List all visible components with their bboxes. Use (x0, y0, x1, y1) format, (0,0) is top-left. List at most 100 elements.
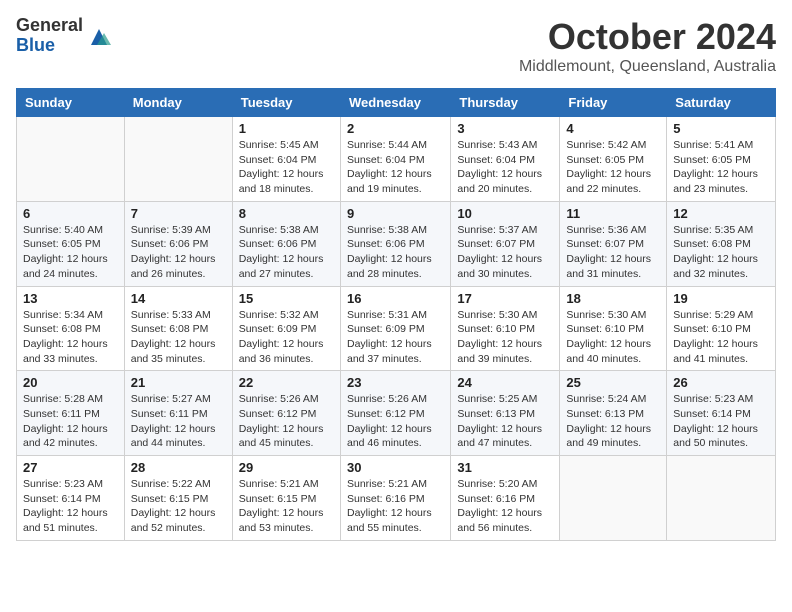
weekday-header-friday: Friday (560, 89, 667, 117)
calendar-cell: 11 Sunrise: 5:36 AM Sunset: 6:07 PM Dayli… (560, 201, 667, 286)
day-info: Sunrise: 5:39 AM Sunset: 6:06 PM Dayligh… (131, 223, 226, 282)
day-number: 4 (566, 121, 660, 136)
day-info: Sunrise: 5:31 AM Sunset: 6:09 PM Dayligh… (347, 308, 444, 367)
calendar-cell: 29Sunrise: 5:21 AM Sunset: 6:15 PM Dayli… (232, 456, 340, 541)
calendar-cell: 1 Sunrise: 5:45 AM Sunset: 6:04 PM Daylig… (232, 117, 340, 202)
calendar-cell (667, 456, 776, 541)
calendar-cell: 2 Sunrise: 5:44 AM Sunset: 6:04 PM Daylig… (340, 117, 450, 202)
weekday-header-saturday: Saturday (667, 89, 776, 117)
calendar-cell: 19 Sunrise: 5:29 AM Sunset: 6:10 PM Dayli… (667, 286, 776, 371)
day-info: Sunrise: 5:20 AM Sunset: 6:16 PM Dayligh… (457, 477, 553, 536)
day-info: Sunrise: 5:34 AM Sunset: 6:08 PM Dayligh… (23, 308, 118, 367)
calendar-cell: 18 Sunrise: 5:30 AM Sunset: 6:10 PM Dayli… (560, 286, 667, 371)
day-number: 10 (457, 206, 553, 221)
calendar-cell (124, 117, 232, 202)
day-number: 12 (673, 206, 769, 221)
day-number: 14 (131, 291, 226, 306)
logo-general-text: General (16, 16, 83, 36)
calendar-cell: 7 Sunrise: 5:39 AM Sunset: 6:06 PM Daylig… (124, 201, 232, 286)
calendar-week-4: 20Sunrise: 5:28 AM Sunset: 6:11 PM Dayli… (17, 371, 776, 456)
day-info: Sunrise: 5:30 AM Sunset: 6:10 PM Dayligh… (457, 308, 553, 367)
calendar-cell: 21Sunrise: 5:27 AM Sunset: 6:11 PM Dayli… (124, 371, 232, 456)
calendar-cell: 15 Sunrise: 5:32 AM Sunset: 6:09 PM Dayli… (232, 286, 340, 371)
day-info: Sunrise: 5:37 AM Sunset: 6:07 PM Dayligh… (457, 223, 553, 282)
day-number: 1 (239, 121, 334, 136)
weekday-header-row: SundayMondayTuesdayWednesdayThursdayFrid… (17, 89, 776, 117)
day-info: Sunrise: 5:26 AM Sunset: 6:12 PM Dayligh… (347, 392, 444, 451)
day-number: 2 (347, 121, 444, 136)
day-info: Sunrise: 5:29 AM Sunset: 6:10 PM Dayligh… (673, 308, 769, 367)
title-block: October 2024 Middlemount, Queensland, Au… (519, 16, 776, 76)
calendar-cell: 8Sunrise: 5:38 AM Sunset: 6:06 PM Daylig… (232, 201, 340, 286)
day-info: Sunrise: 5:45 AM Sunset: 6:04 PM Dayligh… (239, 138, 334, 197)
calendar-cell: 17 Sunrise: 5:30 AM Sunset: 6:10 PM Dayli… (451, 286, 560, 371)
day-info: Sunrise: 5:36 AM Sunset: 6:07 PM Dayligh… (566, 223, 660, 282)
weekday-header-tuesday: Tuesday (232, 89, 340, 117)
day-number: 20 (23, 375, 118, 390)
day-number: 7 (131, 206, 226, 221)
day-info: Sunrise: 5:35 AM Sunset: 6:08 PM Dayligh… (673, 223, 769, 282)
weekday-header-sunday: Sunday (17, 89, 125, 117)
day-number: 29 (239, 460, 334, 475)
day-number: 17 (457, 291, 553, 306)
day-info: Sunrise: 5:38 AM Sunset: 6:06 PM Dayligh… (347, 223, 444, 282)
day-info: Sunrise: 5:38 AM Sunset: 6:06 PM Dayligh… (239, 223, 334, 282)
calendar-cell: 27Sunrise: 5:23 AM Sunset: 6:14 PM Dayli… (17, 456, 125, 541)
day-number: 6 (23, 206, 118, 221)
day-info: Sunrise: 5:32 AM Sunset: 6:09 PM Dayligh… (239, 308, 334, 367)
day-number: 13 (23, 291, 118, 306)
day-info: Sunrise: 5:22 AM Sunset: 6:15 PM Dayligh… (131, 477, 226, 536)
calendar-cell: 26 Sunrise: 5:23 AM Sunset: 6:14 PM Dayli… (667, 371, 776, 456)
day-number: 26 (673, 375, 769, 390)
weekday-header-wednesday: Wednesday (340, 89, 450, 117)
day-number: 28 (131, 460, 226, 475)
calendar-cell: 22 Sunrise: 5:26 AM Sunset: 6:12 PM Dayli… (232, 371, 340, 456)
logo: General Blue (16, 16, 111, 56)
weekday-header-monday: Monday (124, 89, 232, 117)
day-info: Sunrise: 5:40 AM Sunset: 6:05 PM Dayligh… (23, 223, 118, 282)
calendar-week-1: 1 Sunrise: 5:45 AM Sunset: 6:04 PM Daylig… (17, 117, 776, 202)
calendar-cell (17, 117, 125, 202)
day-number: 24 (457, 375, 553, 390)
calendar-cell: 9Sunrise: 5:38 AM Sunset: 6:06 PM Daylig… (340, 201, 450, 286)
page-header: General Blue October 2024 Middlemount, Q… (16, 16, 776, 76)
calendar-cell: 4 Sunrise: 5:42 AM Sunset: 6:05 PM Daylig… (560, 117, 667, 202)
calendar-cell: 20Sunrise: 5:28 AM Sunset: 6:11 PM Dayli… (17, 371, 125, 456)
day-info: Sunrise: 5:30 AM Sunset: 6:10 PM Dayligh… (566, 308, 660, 367)
day-info: Sunrise: 5:33 AM Sunset: 6:08 PM Dayligh… (131, 308, 226, 367)
calendar-cell: 3Sunrise: 5:43 AM Sunset: 6:04 PM Daylig… (451, 117, 560, 202)
calendar-cell: 31 Sunrise: 5:20 AM Sunset: 6:16 PM Dayli… (451, 456, 560, 541)
calendar-cell: 5 Sunrise: 5:41 AM Sunset: 6:05 PM Daylig… (667, 117, 776, 202)
day-info: Sunrise: 5:26 AM Sunset: 6:12 PM Dayligh… (239, 392, 334, 451)
calendar-cell: 16 Sunrise: 5:31 AM Sunset: 6:09 PM Dayli… (340, 286, 450, 371)
calendar-cell: 10 Sunrise: 5:37 AM Sunset: 6:07 PM Dayli… (451, 201, 560, 286)
day-number: 5 (673, 121, 769, 136)
calendar-cell: 13 Sunrise: 5:34 AM Sunset: 6:08 PM Dayli… (17, 286, 125, 371)
calendar-cell: 30Sunrise: 5:21 AM Sunset: 6:16 PM Dayli… (340, 456, 450, 541)
weekday-header-thursday: Thursday (451, 89, 560, 117)
day-info: Sunrise: 5:42 AM Sunset: 6:05 PM Dayligh… (566, 138, 660, 197)
calendar-table: SundayMondayTuesdayWednesdayThursdayFrid… (16, 88, 776, 541)
day-info: Sunrise: 5:24 AM Sunset: 6:13 PM Dayligh… (566, 392, 660, 451)
day-number: 18 (566, 291, 660, 306)
day-number: 11 (566, 206, 660, 221)
calendar-cell: 14 Sunrise: 5:33 AM Sunset: 6:08 PM Dayli… (124, 286, 232, 371)
day-info: Sunrise: 5:43 AM Sunset: 6:04 PM Dayligh… (457, 138, 553, 197)
day-number: 22 (239, 375, 334, 390)
day-number: 31 (457, 460, 553, 475)
calendar-cell: 23Sunrise: 5:26 AM Sunset: 6:12 PM Dayli… (340, 371, 450, 456)
day-number: 30 (347, 460, 444, 475)
day-number: 16 (347, 291, 444, 306)
day-number: 15 (239, 291, 334, 306)
calendar-cell (560, 456, 667, 541)
calendar-cell: 24Sunrise: 5:25 AM Sunset: 6:13 PM Dayli… (451, 371, 560, 456)
calendar-cell: 12 Sunrise: 5:35 AM Sunset: 6:08 PM Dayli… (667, 201, 776, 286)
day-info: Sunrise: 5:23 AM Sunset: 6:14 PM Dayligh… (673, 392, 769, 451)
calendar-cell: 25Sunrise: 5:24 AM Sunset: 6:13 PM Dayli… (560, 371, 667, 456)
day-number: 19 (673, 291, 769, 306)
day-info: Sunrise: 5:27 AM Sunset: 6:11 PM Dayligh… (131, 392, 226, 451)
day-info: Sunrise: 5:44 AM Sunset: 6:04 PM Dayligh… (347, 138, 444, 197)
day-info: Sunrise: 5:41 AM Sunset: 6:05 PM Dayligh… (673, 138, 769, 197)
calendar-week-3: 13 Sunrise: 5:34 AM Sunset: 6:08 PM Dayli… (17, 286, 776, 371)
location: Middlemount, Queensland, Australia (519, 58, 776, 76)
